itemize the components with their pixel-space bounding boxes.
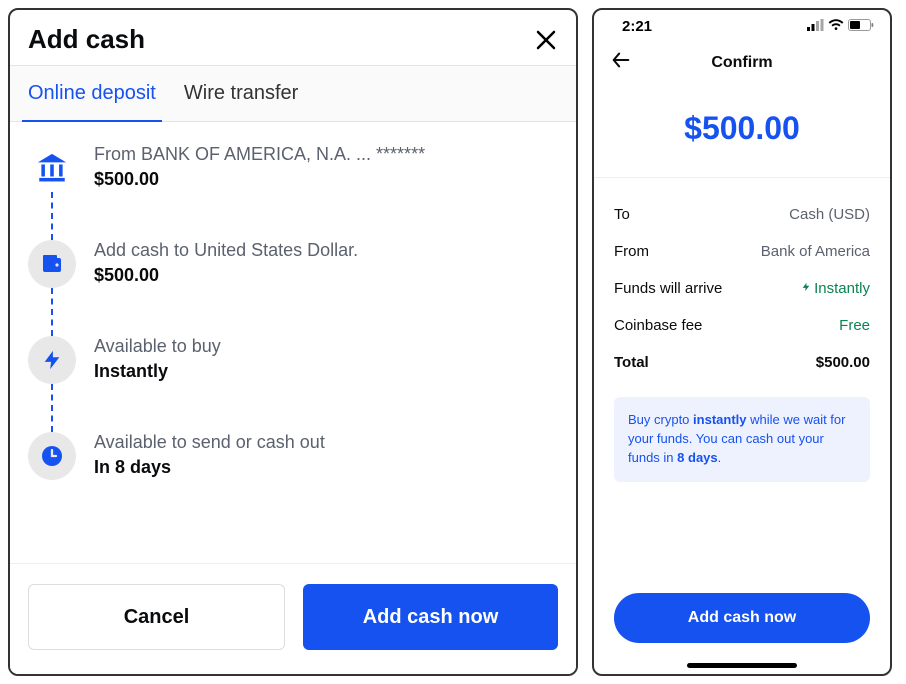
step-text: Available to buy Instantly (94, 336, 221, 382)
row-value: Cash (USD) (789, 206, 870, 223)
info-text: . (718, 450, 722, 465)
close-icon[interactable] (534, 28, 558, 52)
detail-rows: To Cash (USD) From Bank of America Funds… (594, 178, 890, 391)
row-key: To (614, 206, 630, 223)
info-bold: instantly (693, 412, 746, 427)
back-arrow-icon[interactable] (610, 49, 632, 76)
modal-footer: Cancel Add cash now (10, 563, 576, 674)
row-funds-arrive: Funds will arrive Instantly (614, 270, 870, 307)
step-label: Available to send or cash out (94, 432, 325, 453)
row-value: $500.00 (816, 354, 870, 371)
step-value: Instantly (94, 361, 221, 382)
step-label: Available to buy (94, 336, 221, 357)
row-value: Bank of America (761, 243, 870, 260)
home-indicator[interactable] (687, 663, 797, 668)
bank-icon (28, 144, 76, 192)
bolt-icon (28, 336, 76, 384)
info-card: Buy crypto instantly while we wait for y… (614, 397, 870, 482)
modal-title: Add cash (28, 24, 145, 55)
step-from-bank: From BANK OF AMERICA, N.A. ... ******* $… (28, 144, 558, 240)
amount-value: $500.00 (594, 110, 890, 147)
cancel-button[interactable]: Cancel (28, 584, 285, 650)
step-connector (51, 192, 53, 240)
row-total: Total $500.00 (614, 344, 870, 381)
row-key: Total (614, 354, 649, 371)
bolt-icon (801, 281, 811, 296)
tab-online-deposit[interactable]: Online deposit (28, 66, 156, 121)
row-key: Funds will arrive (614, 280, 722, 297)
step-text: From BANK OF AMERICA, N.A. ... ******* $… (94, 144, 425, 190)
step-value: $500.00 (94, 169, 425, 190)
step-connector (51, 384, 53, 432)
add-cash-modal: Add cash Online deposit Wire transfer Fr… (8, 8, 578, 676)
confirm-title: Confirm (594, 54, 890, 72)
row-key: From (614, 243, 649, 260)
step-to-wallet: Add cash to United States Dollar. $500.0… (28, 240, 558, 336)
confirm-screen: 2:21 Confirm $500.00 To Cash (USD) From … (592, 8, 892, 676)
step-value: $500.00 (94, 265, 358, 286)
battery-icon (848, 18, 874, 35)
status-icons (807, 18, 874, 35)
row-to: To Cash (USD) (614, 196, 870, 233)
tab-bar: Online deposit Wire transfer (10, 65, 576, 122)
row-from: From Bank of America (614, 233, 870, 270)
spacer (594, 482, 890, 593)
step-text: Available to send or cash out In 8 days (94, 432, 325, 478)
wifi-icon (828, 18, 844, 35)
wallet-icon (28, 240, 76, 288)
confirm-footer: Add cash now (594, 593, 890, 657)
amount-block: $500.00 (594, 84, 890, 177)
info-text: Buy crypto (628, 412, 693, 427)
status-time: 2:21 (622, 18, 652, 35)
info-bold: 8 days (677, 450, 717, 465)
status-bar: 2:21 (594, 10, 890, 39)
transfer-steps: From BANK OF AMERICA, N.A. ... ******* $… (10, 122, 576, 563)
add-cash-now-button-mobile[interactable]: Add cash now (614, 593, 870, 643)
cellular-icon (807, 18, 824, 35)
step-label: Add cash to United States Dollar. (94, 240, 358, 261)
step-value: In 8 days (94, 457, 325, 478)
row-value: Instantly (801, 280, 870, 297)
step-available-cashout: Available to send or cash out In 8 days (28, 432, 558, 490)
row-key: Coinbase fee (614, 317, 702, 334)
step-connector (51, 288, 53, 336)
row-fee: Coinbase fee Free (614, 307, 870, 344)
clock-icon (28, 432, 76, 480)
tab-wire-transfer[interactable]: Wire transfer (184, 66, 298, 121)
step-label: From BANK OF AMERICA, N.A. ... ******* (94, 144, 425, 165)
step-text: Add cash to United States Dollar. $500.0… (94, 240, 358, 286)
step-available-buy: Available to buy Instantly (28, 336, 558, 432)
modal-header: Add cash (10, 10, 576, 65)
add-cash-now-button[interactable]: Add cash now (303, 584, 558, 650)
confirm-header: Confirm (594, 39, 890, 84)
row-value: Free (839, 317, 870, 334)
row-value-text: Instantly (814, 280, 870, 297)
